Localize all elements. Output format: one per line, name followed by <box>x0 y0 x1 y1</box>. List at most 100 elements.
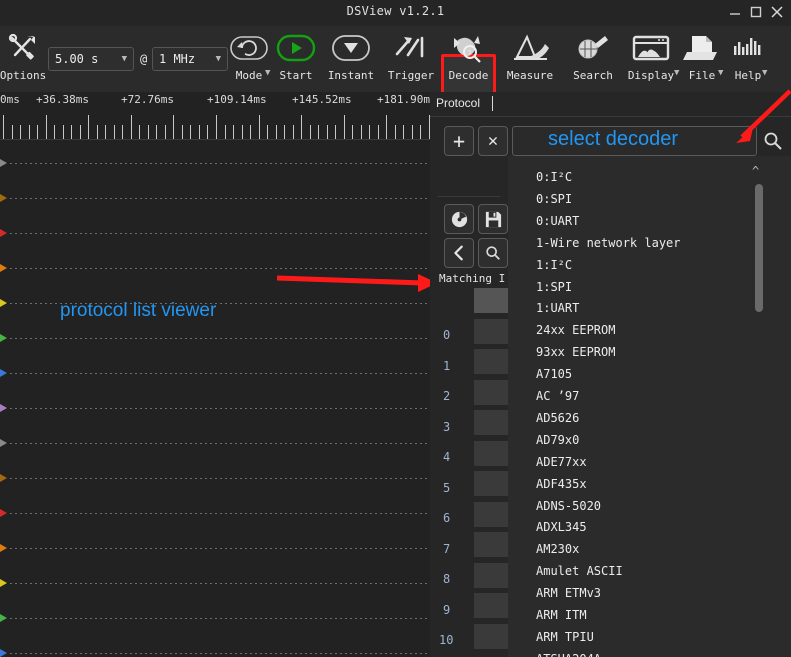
display-button[interactable]: Display <box>621 26 681 92</box>
duration-select[interactable]: 5.00 s ▼ <box>48 47 134 71</box>
protocol-row-cell[interactable] <box>474 410 512 435</box>
search-submit-button[interactable] <box>760 128 786 154</box>
protocol-row-cell[interactable] <box>474 593 512 618</box>
protocol-row-number[interactable]: 4 <box>443 450 450 464</box>
add-decoder-button[interactable]: + <box>444 126 474 156</box>
decoder-list-item[interactable]: ADXL345 <box>536 520 587 534</box>
save-button[interactable] <box>478 204 508 234</box>
protocol-row-number[interactable]: 3 <box>443 420 450 434</box>
decoder-list-item[interactable]: ADNS-5020 <box>536 499 601 513</box>
channel-marker[interactable] <box>0 404 9 413</box>
chevron-down-icon[interactable]: ▼ <box>718 69 723 78</box>
decoder-list-item[interactable]: ADE77xx <box>536 455 587 469</box>
measure-button[interactable]: Measure <box>500 26 560 92</box>
remove-decoder-button[interactable]: ✕ <box>478 126 508 156</box>
protocol-row-number[interactable]: 8 <box>443 572 450 586</box>
decoder-list-item[interactable]: 1:UART <box>536 301 579 315</box>
minimize-icon[interactable] <box>724 2 745 22</box>
protocol-row-cell[interactable] <box>474 440 512 466</box>
mode-button[interactable]: Mode <box>228 26 270 92</box>
file-button[interactable]: File <box>680 26 724 92</box>
ruler-tick <box>318 125 319 139</box>
decoder-dropdown-list[interactable]: 0:I²C 0:SPI 0:UART 1-Wire network layer 1:I²… <box>508 156 791 657</box>
channel-marker[interactable] <box>0 264 9 273</box>
channel-marker[interactable] <box>0 369 9 378</box>
protocol-row-number[interactable]: 6 <box>443 511 450 525</box>
play-icon <box>272 26 320 70</box>
channel-marker[interactable] <box>0 544 9 553</box>
channel-marker[interactable] <box>0 614 9 623</box>
channel-marker[interactable] <box>0 194 9 203</box>
decoder-list-item[interactable]: Amulet ASCII <box>536 564 623 578</box>
chevron-down-icon[interactable]: ▼ <box>674 69 679 78</box>
channel-marker[interactable] <box>0 474 9 483</box>
decoder-list-item[interactable]: ARM ITM <box>536 608 587 622</box>
decoder-list-item[interactable]: ARM ETMv3 <box>536 586 601 600</box>
samplerate-select[interactable]: 1 MHz ▼ <box>152 47 228 71</box>
decoder-list-item[interactable]: AD79x0 <box>536 433 579 447</box>
channel-marker[interactable] <box>0 509 9 518</box>
decoder-list-item[interactable]: 24xx EEPROM <box>536 323 615 337</box>
pie-chart-button[interactable] <box>444 204 474 234</box>
maximize-icon[interactable] <box>745 2 766 22</box>
chevron-up-icon[interactable]: ^ <box>752 164 759 178</box>
protocol-row-cell[interactable] <box>474 288 512 313</box>
protocol-row-cell[interactable] <box>474 318 512 344</box>
protocol-row-number[interactable]: 9 <box>443 603 450 617</box>
channel-marker[interactable] <box>0 649 9 657</box>
protocol-row-cell[interactable] <box>474 532 512 557</box>
protocol-row-number[interactable]: 2 <box>443 389 450 403</box>
find-button[interactable] <box>478 238 508 268</box>
protocol-row-number[interactable]: 7 <box>443 542 450 556</box>
protocol-row-number[interactable]: 0 <box>443 328 450 342</box>
protocol-row-cell[interactable] <box>474 562 512 588</box>
trigger-button[interactable]: Trigger <box>384 26 438 92</box>
chevron-down-icon: ▼ <box>121 54 127 64</box>
svg-text:?: ? <box>467 50 471 58</box>
chevron-down-icon[interactable]: ▼ <box>265 69 270 78</box>
ruler-tick <box>131 115 132 139</box>
decoder-list-item[interactable]: ATSHA204A <box>536 652 601 657</box>
instant-button[interactable]: Instant <box>324 26 378 92</box>
decoder-list-item[interactable]: ARM TPIU <box>536 630 594 644</box>
search-button[interactable]: Search <box>565 26 621 92</box>
protocol-row-cell[interactable] <box>474 379 512 405</box>
decoder-list-item[interactable]: 0:I²C <box>536 170 572 184</box>
decoder-list-item[interactable]: 1:I²C <box>536 258 572 272</box>
options-button[interactable]: Options <box>0 26 46 92</box>
decode-button[interactable]: ? Decode <box>441 26 496 92</box>
decoder-list-item[interactable]: AC ’97 <box>536 389 579 403</box>
start-button[interactable]: Start <box>272 26 320 92</box>
waveform-area[interactable]: 0ms +36.38ms +72.76ms +109.14ms +145.52ms +18… <box>0 92 430 657</box>
decoder-list-item[interactable]: 0:SPI <box>536 192 572 206</box>
channel-marker[interactable] <box>0 229 9 238</box>
decoder-list-item[interactable]: A7105 <box>536 367 572 381</box>
decoder-list-item[interactable]: ADF435x <box>536 477 587 491</box>
app-title: DSView v1.2.1 <box>346 4 445 18</box>
chevron-down-icon[interactable]: ▼ <box>762 69 767 78</box>
close-icon[interactable] <box>766 2 787 22</box>
protocol-row-cell[interactable] <box>474 349 512 374</box>
channel-marker[interactable] <box>0 439 9 448</box>
channel-marker[interactable] <box>0 579 9 588</box>
decoder-list-item[interactable]: 93xx EEPROM <box>536 345 615 359</box>
channel-marker[interactable] <box>0 299 9 308</box>
previous-button[interactable] <box>444 238 474 268</box>
protocol-row-number[interactable]: 1 <box>443 359 450 373</box>
decoder-list-item[interactable]: AM230x <box>536 542 579 556</box>
help-button[interactable]: Help <box>724 26 772 92</box>
channel-marker[interactable] <box>0 334 9 343</box>
decoder-list-item[interactable]: 1:SPI <box>536 280 572 294</box>
time-ruler[interactable]: 0ms +36.38ms +72.76ms +109.14ms +145.52ms +18… <box>0 92 430 140</box>
protocol-row-number[interactable]: 5 <box>443 481 450 495</box>
decoder-list-item[interactable]: AD5626 <box>536 411 579 425</box>
channel-marker[interactable] <box>0 159 9 168</box>
decoder-list-item[interactable]: 0:UART <box>536 214 579 228</box>
decoder-list-item[interactable]: 1-Wire network layer <box>536 236 681 250</box>
protocol-row-cell[interactable] <box>474 501 512 527</box>
decoder-scrollbar-thumb[interactable] <box>755 184 763 312</box>
protocol-row-number[interactable]: 10 <box>439 633 453 647</box>
protocol-row-cell[interactable] <box>474 471 512 496</box>
channel-trace <box>10 653 430 654</box>
protocol-row-cell[interactable] <box>474 623 512 649</box>
